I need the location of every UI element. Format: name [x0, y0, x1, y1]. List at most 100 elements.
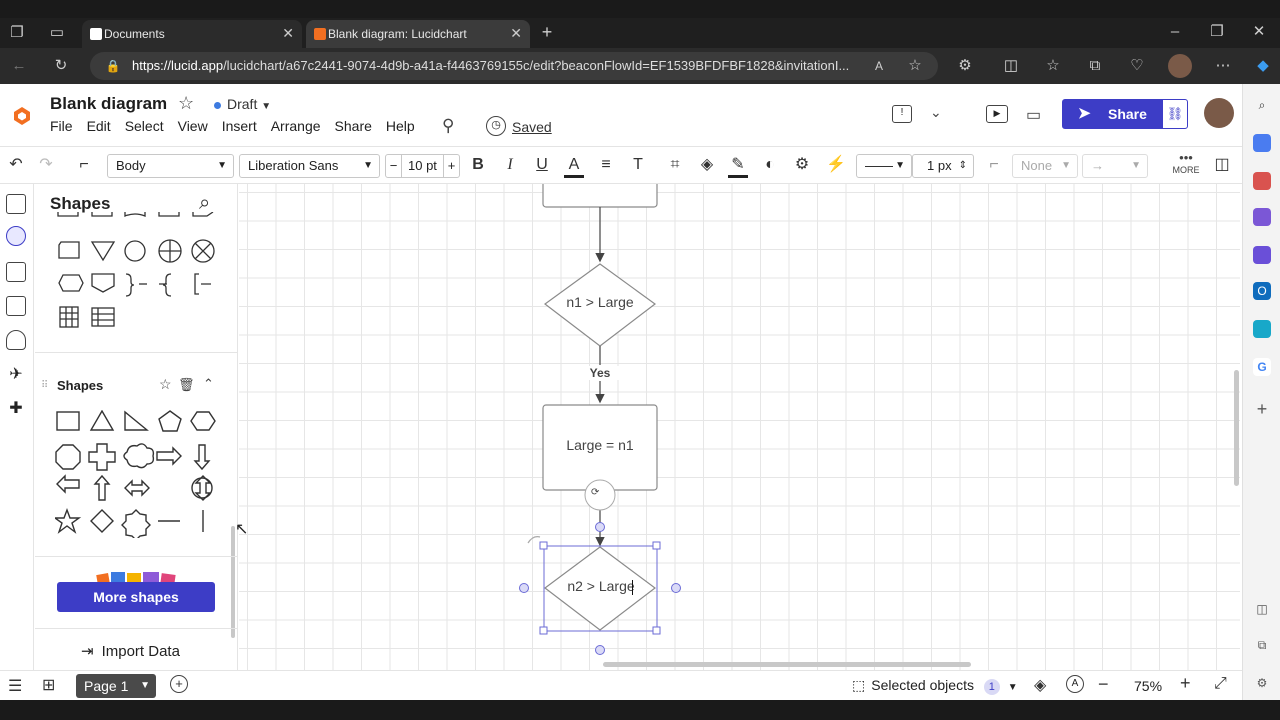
diagram-canvas[interactable]: n1 > Large Yes Large = n1 n2 > Large ⟳ [239, 184, 1240, 670]
increase-font-size-button[interactable]: + [443, 155, 459, 177]
extensions-icon[interactable]: ⚙ [954, 55, 976, 77]
process-box-top[interactable] [542, 184, 658, 208]
align-icon[interactable]: ≡ [596, 155, 616, 175]
right-panel-toggle-icon[interactable]: ◫ [1212, 155, 1232, 175]
undo-icon[interactable]: ↶ [6, 155, 26, 175]
page-list-icon[interactable]: ☰ [8, 676, 22, 696]
tab-documents[interactable]: Documents ✕ [82, 20, 302, 48]
circle-shape[interactable] [190, 476, 214, 500]
favorite-star-icon[interactable]: ☆ [159, 376, 172, 393]
sidebar-settings-icon[interactable]: ⚙ [1253, 674, 1271, 692]
redo-icon[interactable]: ↷ [36, 155, 56, 175]
browser-essentials-icon[interactable]: ♡ [1126, 55, 1148, 77]
add-sidebar-app-icon[interactable]: + [1253, 400, 1271, 418]
font-size-stepper[interactable]: − 10 pt + [385, 154, 460, 178]
tag-icon[interactable] [1253, 134, 1271, 152]
games-icon[interactable] [1253, 208, 1271, 226]
connection-point[interactable] [519, 583, 529, 593]
trash-icon[interactable]: 🗑 [178, 377, 195, 393]
more-button[interactable]: ••• MORE [1170, 151, 1202, 176]
vertical-scrollbar[interactable] [1234, 370, 1239, 486]
copy-link-button[interactable]: ⛓ [1162, 99, 1188, 129]
binoculars-icon[interactable]: ⚲ [442, 116, 454, 136]
zoom-level[interactable]: 75% [1134, 678, 1162, 694]
google-icon[interactable]: G [1253, 358, 1271, 376]
close-tab-icon[interactable]: ✕ [510, 25, 522, 42]
menu-file[interactable]: File [50, 118, 73, 134]
font-family-select[interactable]: Liberation Sans ▼ [239, 154, 380, 178]
text-options-icon[interactable]: T [628, 155, 648, 175]
saved-status[interactable]: Saved [512, 119, 552, 135]
crop-icon[interactable]: ⌗ [665, 155, 685, 175]
copilot-icon[interactable]: ◆ [1252, 55, 1274, 77]
fullscreen-icon[interactable]: ⤢ [1214, 675, 1227, 693]
templates-icon[interactable] [6, 262, 26, 282]
yes-label[interactable]: Yes [575, 366, 625, 380]
read-aloud-icon[interactable]: A [868, 55, 890, 77]
sidebar-layout-icon[interactable]: ◫ [1253, 600, 1271, 618]
rocket-icon[interactable]: ✈ [6, 364, 26, 384]
collapse-section-icon[interactable]: ⌃ [203, 376, 214, 392]
document-panel-icon[interactable] [6, 194, 26, 214]
document-title[interactable]: Blank diagram [50, 94, 167, 114]
menu-share[interactable]: Share [335, 118, 372, 134]
layers-icon[interactable]: ◈ [1034, 675, 1046, 695]
favorite-star-icon[interactable]: ☆ [904, 55, 926, 77]
star-icon[interactable]: ☆ [178, 93, 194, 114]
workspaces-icon[interactable]: ❐ [6, 22, 28, 44]
fill-color-icon[interactable]: ◈ [697, 155, 717, 175]
line-color-icon[interactable]: ✎ [728, 155, 748, 178]
menu-arrange[interactable]: Arrange [271, 118, 321, 134]
search-icon[interactable]: ⌕ [1253, 96, 1271, 114]
opacity-icon[interactable]: ◐ [760, 155, 780, 175]
shape-options-icon[interactable]: ⚙ [792, 155, 812, 175]
resize-handle[interactable] [652, 541, 661, 550]
flowchart-shapes-grid[interactable] [55, 212, 235, 332]
comments-icon[interactable]: ! [892, 105, 912, 123]
import-data-button[interactable]: ⇥ Import Data [81, 642, 180, 660]
basic-shapes-grid[interactable] [55, 410, 225, 538]
menu-edit[interactable]: Edit [87, 118, 111, 134]
connection-point[interactable] [671, 583, 681, 593]
close-window-icon[interactable]: ✕ [1248, 21, 1270, 43]
selected-objects-button[interactable]: ⬚ Selected objects 1 ▼ [852, 677, 1018, 695]
menu-help[interactable]: Help [386, 118, 415, 134]
collections-icon[interactable]: ⧉ [1084, 55, 1106, 77]
menu-select[interactable]: Select [125, 118, 164, 134]
split-screen-icon[interactable]: ◫ [1000, 55, 1022, 77]
resize-handle[interactable] [539, 626, 548, 635]
magic-wand-icon[interactable]: ⚡ [826, 155, 846, 175]
format-painter-icon[interactable]: ⌐ [74, 155, 94, 175]
drop-icon[interactable] [1253, 320, 1271, 338]
page-grid-icon[interactable]: ⊞ [42, 675, 55, 695]
data-icon[interactable] [6, 330, 26, 350]
shapes-panel-icon[interactable] [6, 226, 26, 246]
connection-point[interactable] [595, 522, 605, 532]
decision-1-label[interactable]: n1 > Large [545, 294, 655, 310]
resize-handle[interactable] [539, 541, 548, 550]
open-external-icon[interactable]: ⧉ [1253, 636, 1271, 654]
text-color-icon[interactable]: A [564, 155, 584, 178]
add-page-icon[interactable]: + [170, 675, 188, 693]
draft-status[interactable]: Draft ▼ [214, 96, 271, 112]
image-icon[interactable] [6, 296, 26, 316]
underline-button[interactable]: U [532, 155, 552, 175]
quick-actions-button[interactable] [584, 479, 616, 511]
back-icon[interactable]: ← [8, 55, 30, 77]
toolbox-icon[interactable] [1253, 172, 1271, 190]
more-shapes-button[interactable]: More shapes [57, 582, 215, 612]
video-icon[interactable]: ▭ [1026, 105, 1041, 125]
line-jumps-icon[interactable]: ⌐ [984, 155, 1004, 175]
resize-handle[interactable] [652, 626, 661, 635]
process-2-label[interactable]: Large = n1 [543, 437, 657, 453]
tab-actions-icon[interactable]: ▭ [46, 22, 68, 44]
panel-scrollbar[interactable] [231, 526, 235, 638]
page-tab[interactable]: Page 1 ▼ [76, 674, 156, 698]
zoom-in-icon[interactable]: + [1180, 673, 1191, 694]
tab-lucidchart[interactable]: Blank diagram: Lucidchart ✕ [306, 20, 530, 48]
bold-button[interactable]: B [468, 155, 488, 175]
zoom-out-icon[interactable]: − [1098, 674, 1109, 695]
favorites-icon[interactable]: ☆ [1042, 55, 1064, 77]
italic-button[interactable]: I [500, 155, 520, 175]
share-button[interactable]: ➤ Share [1062, 99, 1162, 129]
